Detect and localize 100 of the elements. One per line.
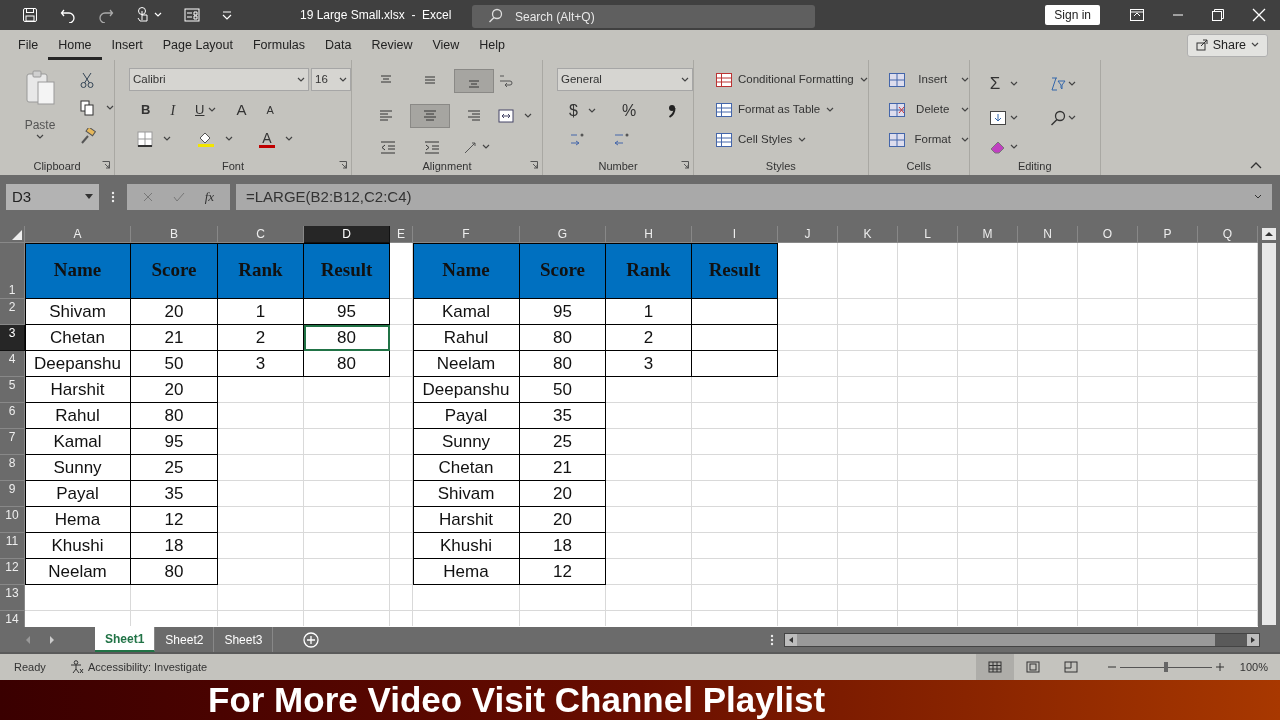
fill-color-icon[interactable] [197,130,215,148]
table-cell[interactable]: 20 [520,507,606,533]
row-header[interactable]: 4 [0,351,25,377]
dialog-launcher-icon[interactable] [102,161,110,169]
format-as-table-icon[interactable] [716,103,732,117]
redo-icon[interactable] [98,7,114,23]
table-cell[interactable]: 25 [131,455,218,481]
format-as-table-button[interactable]: Format as Table [716,100,868,120]
table-cell[interactable]: Kamal [25,429,131,455]
name-box-caret-icon[interactable] [85,194,93,200]
table-cell[interactable]: Rahul [413,325,520,351]
conditional-formatting-icon[interactable] [716,73,732,87]
format-cells-button[interactable]: Format [888,130,969,150]
customize-icon[interactable] [222,10,232,20]
dialog-launcher-icon[interactable] [530,161,538,169]
delete-cells-button[interactable]: Delete [888,100,969,120]
currency-button[interactable]: $ [569,99,578,123]
table-cell[interactable]: 25 [520,429,606,455]
column-header[interactable]: D [304,226,390,243]
row-header[interactable]: 9 [0,481,25,507]
table-cell[interactable]: 20 [131,377,218,403]
table-header-cell[interactable]: Result [304,243,390,299]
row-header[interactable]: 7 [0,429,25,455]
table-cell[interactable]: 12 [520,559,606,585]
table-header-cell[interactable]: Name [413,243,520,299]
column-header[interactable]: N [1018,226,1078,243]
copy-icon[interactable] [80,100,94,116]
accessibility-icon[interactable] [70,660,84,674]
fill-caret-icon[interactable] [225,136,233,142]
font-size-caret-icon[interactable] [339,76,347,83]
currency-caret-icon[interactable] [587,108,596,114]
menu-tab[interactable]: Review [361,30,423,60]
menu-tab[interactable]: Data [315,30,362,60]
paste-caret-icon[interactable] [36,134,44,140]
scroll-right-icon[interactable] [1247,633,1259,646]
expand-formula-icon[interactable] [1254,194,1262,200]
wrap-text-icon[interactable] [498,72,514,89]
menu-tab[interactable]: Insert [101,30,153,60]
select-all-icon[interactable] [12,230,22,240]
font-name-field[interactable]: Calibri [129,68,309,91]
row-header[interactable]: 13 [0,585,25,611]
column-header[interactable]: C [218,226,304,243]
table-cell[interactable]: 80 [304,325,390,351]
table-cell[interactable]: 12 [131,507,218,533]
name-box[interactable]: D3 [6,184,99,210]
column-header[interactable]: K [838,226,898,243]
row-header[interactable]: 14 [0,611,25,627]
row-header[interactable]: 5 [0,377,25,403]
row-header[interactable]: 2 [0,299,25,325]
undo-icon[interactable] [60,7,76,23]
row-header[interactable]: 10 [0,507,25,533]
dialog-launcher-icon[interactable] [681,161,689,169]
table-cell[interactable]: 18 [520,533,606,559]
table-cell[interactable]: Payal [25,481,131,507]
bold-button[interactable]: B [141,100,151,120]
row-header[interactable]: 6 [0,403,25,429]
menu-tab[interactable]: Help [469,30,516,60]
table-cell[interactable]: Harshit [413,507,520,533]
column-header[interactable]: Q [1198,226,1258,243]
table-cell[interactable]: 2 [606,325,692,351]
table-cell[interactable]: Hema [413,559,520,585]
table-cell[interactable]: Deepanshu [25,351,131,377]
column-header[interactable]: F [413,226,520,243]
row-header[interactable]: 1 [0,243,25,299]
table-cell[interactable]: Chetan [25,325,131,351]
zoom-slider[interactable] [1119,662,1212,672]
touch-mode-icon[interactable] [136,6,150,24]
table-cell[interactable]: Shivam [25,299,131,325]
table-cell[interactable]: 50 [131,351,218,377]
number-format-caret-icon[interactable] [681,76,689,83]
paste-button[interactable]: Paste [24,116,56,134]
cell-styles-icon[interactable] [716,133,732,147]
table-cell[interactable]: 1 [218,299,304,325]
restore-icon[interactable] [1212,9,1224,21]
table-cell[interactable]: 80 [520,325,606,351]
caret-icon[interactable] [798,137,807,143]
table-cell[interactable]: Khushi [25,533,131,559]
column-header[interactable]: P [1138,226,1198,243]
search-field[interactable]: Search (Alt+Q) [472,5,815,28]
caret-icon[interactable] [859,77,868,83]
share-button[interactable]: Share [1186,33,1268,57]
cut-icon[interactable] [80,72,94,88]
font-color-button[interactable]: A [259,130,275,148]
menu-tab[interactable]: File [8,30,49,60]
insert-function-button[interactable]: fx [204,187,215,207]
table-cell[interactable]: 35 [520,403,606,429]
table-cell[interactable]: Harshit [25,377,131,403]
column-header[interactable]: L [898,226,958,243]
table-cell[interactable]: 80 [304,351,390,377]
eraser-icon[interactable] [989,140,1006,155]
row-header[interactable]: 8 [0,455,25,481]
font-size-field[interactable]: 16 [311,68,351,91]
menu-tab[interactable]: Page Layout [152,30,243,60]
italic-button[interactable]: I [170,99,176,121]
shrink-font-button[interactable]: A [266,101,274,119]
horizontal-scrollbar[interactable] [784,632,1260,647]
table-cell[interactable]: Deepanshu [413,377,520,403]
dialog-launcher-icon[interactable] [339,161,347,169]
scroll-left-icon[interactable] [785,633,797,646]
table-cell[interactable]: 3 [606,351,692,377]
